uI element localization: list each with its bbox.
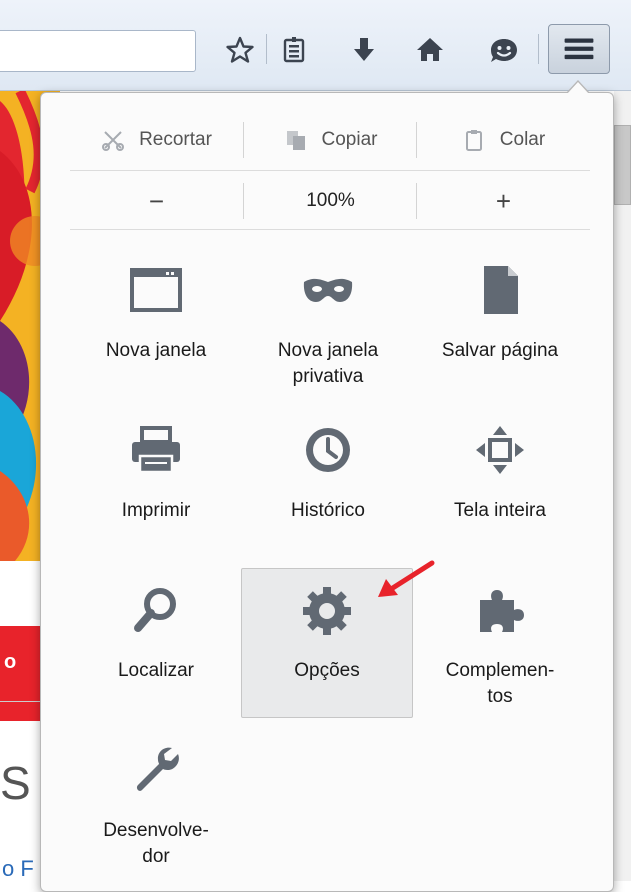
private-mask-icon xyxy=(298,260,358,320)
wrench-icon xyxy=(126,740,186,800)
url-bar[interactable] xyxy=(0,30,196,72)
fullscreen-button[interactable]: Tela inteira xyxy=(414,412,586,562)
scissors-icon xyxy=(101,128,125,152)
copy-label: Copiar xyxy=(321,129,378,150)
new-private-window-button[interactable]: Nova janela privativa xyxy=(242,252,414,402)
fullscreen-label: Tela inteira xyxy=(454,500,546,521)
fullscreen-icon xyxy=(470,420,530,480)
hello-chat-icon[interactable] xyxy=(484,30,524,70)
paste-label: Colar xyxy=(499,129,546,150)
new-window-label: Nova janela xyxy=(105,340,207,361)
clipboard-paste-icon xyxy=(462,128,486,152)
gear-icon xyxy=(297,581,357,641)
background-bar-text: o xyxy=(4,651,17,673)
new-window-button[interactable]: Nova janela xyxy=(70,252,242,402)
save-page-label: Salvar página xyxy=(441,340,559,361)
puzzle-icon xyxy=(470,580,530,640)
zoom-out-button[interactable]: − xyxy=(70,171,243,231)
panel-arrow-inner xyxy=(567,82,589,94)
copy-icon xyxy=(284,128,308,152)
scrollbar-thumb[interactable] xyxy=(614,125,631,205)
window-icon xyxy=(126,260,186,320)
page-scrollbar[interactable] xyxy=(614,91,631,881)
print-button[interactable]: Imprimir xyxy=(70,412,242,562)
history-label: Histórico xyxy=(291,500,365,521)
browser-toolbar xyxy=(0,0,631,91)
zoom-out-label: − xyxy=(148,185,165,216)
history-button[interactable]: Histórico xyxy=(242,412,414,562)
zoom-controls-row: − 100% + xyxy=(70,170,590,230)
download-icon[interactable] xyxy=(344,30,384,70)
developer-button[interactable]: Desenvolve- dor xyxy=(70,732,242,882)
annotation-arrow-icon xyxy=(370,555,440,605)
printer-icon xyxy=(126,420,186,480)
save-page-icon xyxy=(470,260,530,320)
copy-button[interactable]: Copiar xyxy=(244,110,417,170)
new-private-window-label: Nova janela privativa xyxy=(277,340,379,387)
home-icon[interactable] xyxy=(410,30,450,70)
options-label: Opções xyxy=(294,660,360,681)
zoom-reset-button[interactable]: 100% xyxy=(244,171,417,231)
add-ons-label: Complemen- tos xyxy=(445,660,555,707)
open-menu-button[interactable] xyxy=(548,24,610,74)
edit-controls-row: Recortar Copiar Colar xyxy=(70,110,590,170)
background-heading-text: S xyxy=(0,757,31,809)
save-page-button[interactable]: Salvar página xyxy=(414,252,586,402)
developer-label: Desenvolve- dor xyxy=(103,820,209,867)
cut-label: Recortar xyxy=(139,129,212,150)
bookmarks-list-icon[interactable] xyxy=(274,30,314,70)
cut-button[interactable]: Recortar xyxy=(70,110,243,170)
paste-button[interactable]: Colar xyxy=(417,110,590,170)
background-link-text[interactable]: o F xyxy=(2,856,34,881)
toolbar-separator xyxy=(266,34,267,64)
zoom-in-button[interactable]: + xyxy=(417,171,590,231)
print-label: Imprimir xyxy=(121,500,191,521)
search-icon xyxy=(126,580,186,640)
bookmark-star-icon[interactable] xyxy=(220,30,260,70)
zoom-in-label: + xyxy=(495,185,512,216)
zoom-level: 100% xyxy=(306,190,355,211)
toolbar-separator xyxy=(538,34,539,64)
find-label: Localizar xyxy=(117,660,195,681)
find-button[interactable]: Localizar xyxy=(70,572,242,722)
history-clock-icon xyxy=(298,420,358,480)
